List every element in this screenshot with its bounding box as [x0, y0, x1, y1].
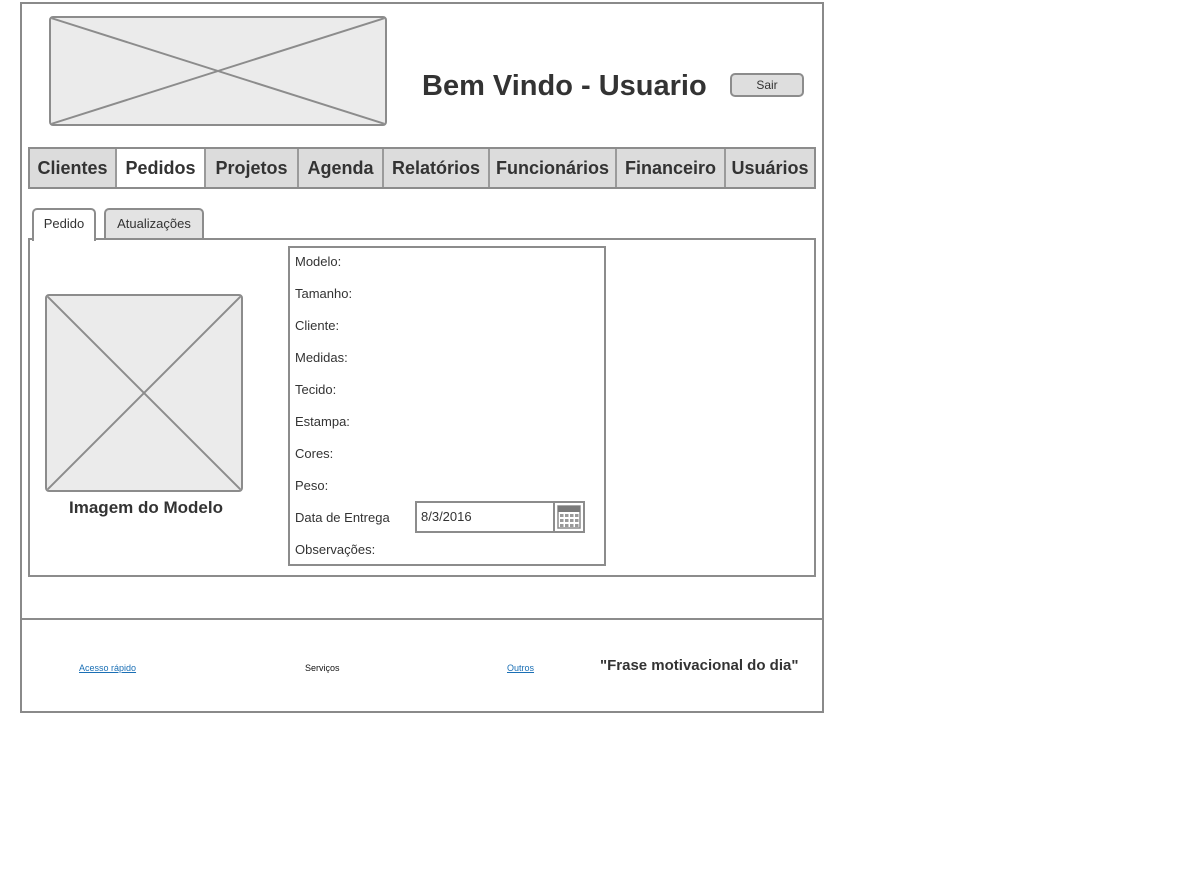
tab-usuarios[interactable]: Usuários: [726, 149, 814, 187]
delivery-date-picker[interactable]: 8/3/2016: [415, 501, 585, 533]
field-label-data-entrega: Data de Entrega: [295, 510, 390, 525]
calendar-button[interactable]: [553, 503, 583, 531]
footer-link-others[interactable]: Outros: [507, 663, 534, 673]
tab-relatorios[interactable]: Relatórios: [384, 149, 490, 187]
tab-financeiro[interactable]: Financeiro: [617, 149, 726, 187]
subtab-atualizacoes[interactable]: Atualizações: [104, 208, 204, 240]
field-label-cores: Cores:: [295, 446, 334, 461]
tab-funcionarios[interactable]: Funcionários: [490, 149, 617, 187]
field-label-estampa: Estampa:: [295, 414, 350, 429]
field-label-observacoes: Observações:: [295, 542, 376, 557]
tab-clientes[interactable]: Clientes: [30, 149, 117, 187]
app-frame: Bem Vindo - Usuario Sair Clientes Pedido…: [20, 2, 824, 713]
tab-agenda[interactable]: Agenda: [299, 149, 384, 187]
motivational-quote: "Frase motivacional do dia": [600, 657, 799, 674]
field-label-tecido: Tecido:: [295, 382, 337, 397]
field-label-tamanho: Tamanho:: [295, 286, 353, 301]
footer-link-quick-access[interactable]: Acesso rápido: [79, 663, 136, 673]
field-label-cliente: Cliente:: [295, 318, 340, 333]
footer-services-label: Serviços: [305, 663, 340, 673]
logout-button[interactable]: Sair: [730, 73, 804, 97]
calendar-icon: [557, 505, 581, 529]
subtab-pedido[interactable]: Pedido: [32, 208, 96, 241]
field-label-modelo: Modelo:: [295, 254, 342, 269]
welcome-title: Bem Vindo - Usuario: [422, 70, 707, 102]
image-placeholder-icon: [51, 18, 385, 124]
field-label-medidas: Medidas:: [295, 350, 348, 365]
field-label-peso: Peso:: [295, 478, 329, 493]
footer-divider: [22, 618, 822, 620]
model-image-placeholder: [45, 294, 243, 492]
logo-image-placeholder: [49, 16, 387, 126]
model-image-caption: Imagem do Modelo: [69, 498, 223, 517]
tab-pedidos[interactable]: Pedidos: [117, 149, 206, 187]
main-nav: Clientes Pedidos Projetos Agenda Relatór…: [28, 147, 816, 189]
tab-projetos[interactable]: Projetos: [206, 149, 299, 187]
delivery-date-value[interactable]: 8/3/2016: [421, 509, 472, 524]
image-placeholder-icon: [47, 296, 241, 490]
